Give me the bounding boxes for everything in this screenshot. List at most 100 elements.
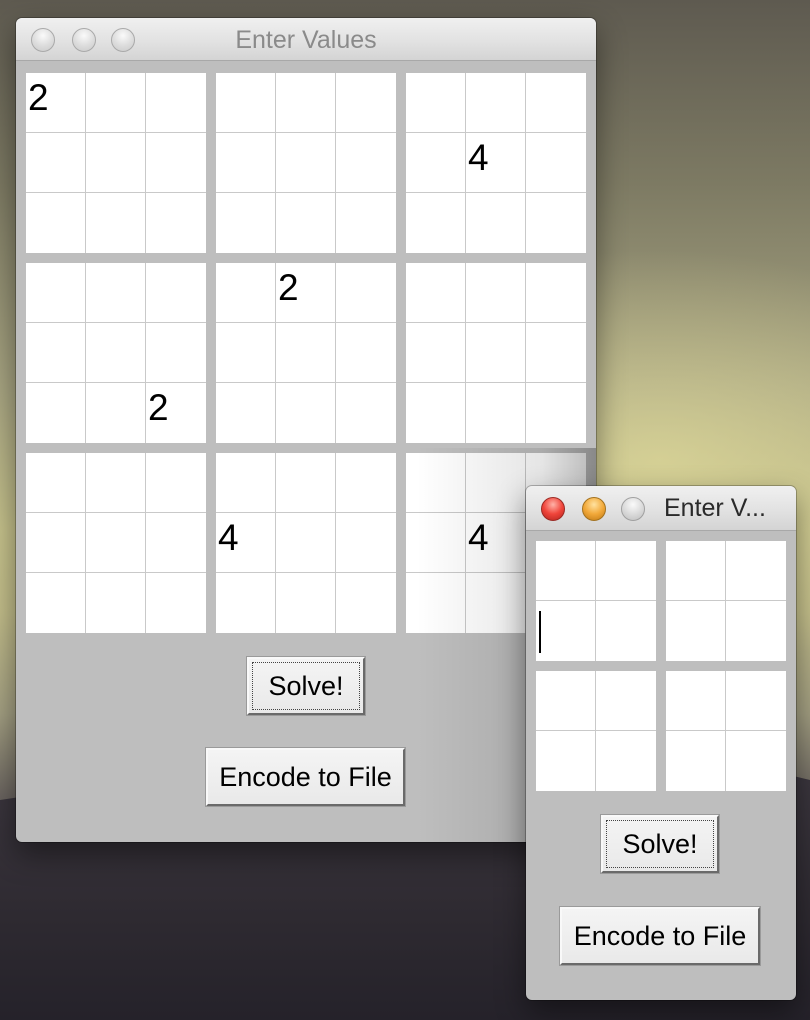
encode-to-file-button[interactable]: Encode to File: [559, 906, 761, 966]
grid-cell[interactable]: [276, 73, 336, 133]
grid-cell[interactable]: [276, 573, 336, 633]
grid-cell[interactable]: [146, 513, 206, 573]
grid-cell[interactable]: 4: [216, 513, 276, 573]
grid-cell[interactable]: [216, 383, 276, 443]
grid-cell[interactable]: [406, 513, 466, 573]
grid-cell[interactable]: [596, 601, 656, 661]
grid-cell[interactable]: [216, 133, 276, 193]
grid-cell[interactable]: [596, 731, 656, 791]
grid-cell[interactable]: [726, 671, 786, 731]
solve-button[interactable]: Solve!: [600, 814, 720, 874]
grid-cell[interactable]: [336, 513, 396, 573]
grid-cell[interactable]: [406, 133, 466, 193]
grid-cell[interactable]: [146, 323, 206, 383]
grid-cell[interactable]: [466, 453, 526, 513]
grid-cell[interactable]: [86, 453, 146, 513]
grid-cell[interactable]: [216, 573, 276, 633]
grid-cell[interactable]: [466, 263, 526, 323]
grid-cell[interactable]: [86, 513, 146, 573]
grid-cell[interactable]: [526, 383, 586, 443]
grid-cell[interactable]: [536, 731, 596, 791]
grid-cell[interactable]: [26, 453, 86, 513]
grid-cell[interactable]: [336, 193, 396, 253]
grid-cell[interactable]: [466, 573, 526, 633]
grid-cell[interactable]: [26, 513, 86, 573]
grid-cell[interactable]: [666, 731, 726, 791]
grid-cell[interactable]: [596, 541, 656, 601]
grid-cell[interactable]: [406, 323, 466, 383]
grid-cell[interactable]: [406, 383, 466, 443]
grid-cell[interactable]: [536, 671, 596, 731]
small-titlebar[interactable]: Enter V...: [526, 486, 796, 531]
grid-cell[interactable]: [406, 573, 466, 633]
grid-cell[interactable]: [526, 323, 586, 383]
grid-cell[interactable]: [86, 383, 146, 443]
grid-cell[interactable]: [276, 133, 336, 193]
grid-cell[interactable]: [86, 323, 146, 383]
grid-cell[interactable]: [336, 133, 396, 193]
grid-cell[interactable]: [596, 671, 656, 731]
grid-cell[interactable]: [336, 263, 396, 323]
grid-cell[interactable]: 2: [146, 383, 206, 443]
grid-cell[interactable]: [336, 323, 396, 383]
grid-cell[interactable]: [276, 193, 336, 253]
grid-cell[interactable]: [146, 573, 206, 633]
grid-cell[interactable]: [86, 263, 146, 323]
grid-cell[interactable]: [26, 133, 86, 193]
grid-cell[interactable]: 2: [276, 263, 336, 323]
zoom-icon[interactable]: [621, 497, 645, 521]
solve-button[interactable]: Solve!: [246, 656, 366, 716]
grid-cell[interactable]: [276, 383, 336, 443]
grid-cell[interactable]: [216, 263, 276, 323]
grid-cell[interactable]: [216, 193, 276, 253]
grid-cell[interactable]: [276, 513, 336, 573]
grid-cell[interactable]: [146, 73, 206, 133]
grid-cell[interactable]: [726, 731, 786, 791]
grid-cell[interactable]: [406, 73, 466, 133]
grid-cell[interactable]: [216, 323, 276, 383]
grid-cell[interactable]: [406, 453, 466, 513]
grid-cell[interactable]: [666, 601, 726, 661]
grid-cell[interactable]: [26, 193, 86, 253]
grid-cell[interactable]: 2: [26, 73, 86, 133]
grid-cell[interactable]: [336, 453, 396, 513]
grid-cell[interactable]: [466, 193, 526, 253]
encode-to-file-button[interactable]: Encode to File: [205, 747, 406, 807]
close-icon[interactable]: [541, 497, 565, 521]
grid-cell[interactable]: [726, 601, 786, 661]
grid-cell[interactable]: [666, 671, 726, 731]
grid-cell[interactable]: [86, 73, 146, 133]
grid-cell[interactable]: [466, 383, 526, 443]
grid-cell[interactable]: [726, 541, 786, 601]
grid-cell[interactable]: [146, 453, 206, 513]
grid-cell[interactable]: [466, 73, 526, 133]
grid-cell[interactable]: [406, 193, 466, 253]
grid-cell[interactable]: [526, 263, 586, 323]
grid-cell[interactable]: 4: [466, 133, 526, 193]
grid-cell[interactable]: [86, 133, 146, 193]
grid-cell[interactable]: [146, 133, 206, 193]
main-titlebar[interactable]: Enter Values: [16, 18, 596, 61]
grid-cell[interactable]: [526, 73, 586, 133]
grid-cell[interactable]: [146, 263, 206, 323]
grid-cell[interactable]: [276, 323, 336, 383]
grid-cell[interactable]: [26, 323, 86, 383]
grid-cell[interactable]: [526, 193, 586, 253]
grid-cell[interactable]: [216, 453, 276, 513]
grid-cell[interactable]: [146, 193, 206, 253]
grid-cell[interactable]: [336, 383, 396, 443]
grid-cell[interactable]: [536, 541, 596, 601]
grid-cell[interactable]: [216, 73, 276, 133]
grid-cell[interactable]: [466, 323, 526, 383]
grid-cell[interactable]: [336, 573, 396, 633]
grid-cell[interactable]: [536, 601, 596, 661]
grid-cell[interactable]: [26, 573, 86, 633]
grid-cell[interactable]: [276, 453, 336, 513]
grid-cell[interactable]: [336, 73, 396, 133]
grid-cell[interactable]: [406, 263, 466, 323]
grid-cell[interactable]: [26, 383, 86, 443]
grid-cell[interactable]: [526, 133, 586, 193]
grid-cell[interactable]: [86, 193, 146, 253]
grid-cell[interactable]: 4: [466, 513, 526, 573]
grid-cell[interactable]: [666, 541, 726, 601]
